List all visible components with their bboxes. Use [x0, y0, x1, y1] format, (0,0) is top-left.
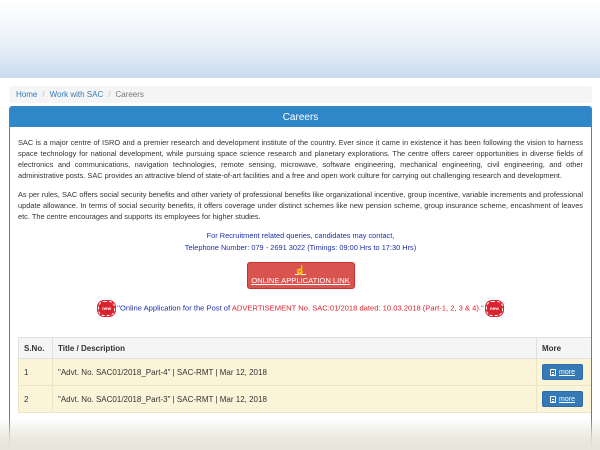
row-sno: 1	[18, 358, 53, 386]
header-banner	[0, 0, 600, 78]
header-more: More	[536, 337, 591, 359]
breadcrumb-home-link[interactable]: Home	[16, 90, 37, 99]
panel-body: SAC is a major centre of ISRO and a prem…	[10, 127, 591, 413]
table-header-row: S.No. Title / Description More	[18, 337, 591, 359]
new-badge-icon: new	[97, 300, 117, 317]
breadcrumb-work-link[interactable]: Work with SAC	[50, 90, 104, 99]
more-label: more	[559, 395, 575, 403]
row-title: "Advt. No. SAC01/2018_Part-3" | SAC-RMT …	[52, 385, 537, 413]
apply-wrapper: ☝ ONLINE APPLICATION LINK	[18, 262, 583, 289]
hand-pointer-icon: ☝	[294, 265, 307, 275]
online-application-button[interactable]: ☝ ONLINE APPLICATION LINK	[246, 262, 355, 289]
row-title: "Advt. No. SAC01/2018_Part-4" | SAC-RMT …	[52, 358, 537, 386]
document-icon	[550, 368, 557, 376]
breadcrumb-separator: /	[108, 90, 111, 99]
table-row: 1 "Advt. No. SAC01/2018_Part-4" | SAC-RM…	[18, 358, 591, 386]
recruitment-query-text: For Recruitment related queries, candida…	[206, 231, 395, 240]
recruitment-contact: For Recruitment related queries, candida…	[18, 230, 583, 254]
breadcrumb-current: Careers	[115, 90, 144, 99]
online-application-label: ONLINE APPLICATION LINK	[251, 276, 350, 285]
row-more-cell: more	[536, 358, 591, 386]
more-button[interactable]: more	[542, 391, 583, 407]
recruitment-telephone-text: Telephone Number: 079 - 2691 3022 (Timin…	[184, 243, 417, 252]
breadcrumb-separator: /	[42, 90, 45, 99]
more-label: more	[559, 368, 575, 376]
breadcrumb: Home / Work with SAC / Careers	[9, 86, 592, 103]
more-button[interactable]: more	[542, 364, 583, 380]
intro-paragraph: SAC is a major centre of ISRO and a prem…	[18, 138, 583, 180]
advertisement-notice: new "Online Application for the Post of …	[18, 300, 583, 317]
row-sno: 2	[18, 385, 53, 413]
panel-title: Careers	[10, 107, 591, 127]
new-badge-icon: new	[484, 300, 504, 317]
header-title: Title / Description	[52, 337, 537, 359]
notice-text-prefix: "Online Application for the Post of	[117, 303, 231, 313]
header-sno: S.No.	[18, 337, 53, 359]
advertisement-link[interactable]: ADVERTISEMENT No. SAC:01/2018 dated: 10.…	[232, 304, 484, 313]
row-more-cell: more	[536, 385, 591, 413]
careers-panel: Careers SAC is a major centre of ISRO an…	[9, 106, 592, 450]
benefits-paragraph: As per rules, SAC offers social security…	[18, 190, 583, 221]
document-icon	[550, 395, 557, 403]
table-row: 2 "Advt. No. SAC01/2018_Part-3" | SAC-RM…	[18, 385, 591, 413]
advertisement-table: S.No. Title / Description More 1 "Advt. …	[18, 337, 591, 413]
